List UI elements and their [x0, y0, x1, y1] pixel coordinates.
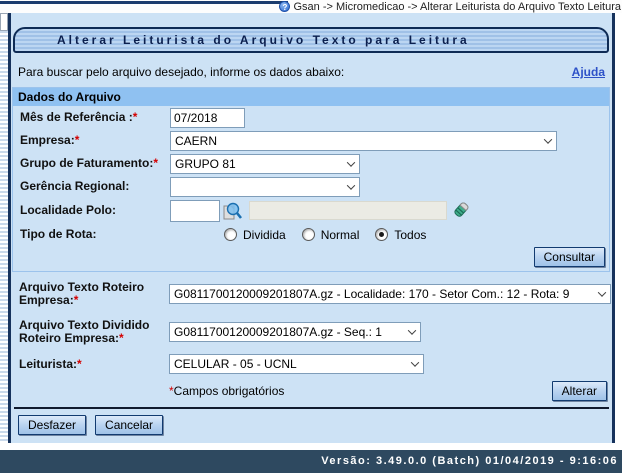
empresa-select[interactable]: CAERN — [170, 131, 557, 151]
version-footer: Versão: 3.49.0.0 (Batch) 01/04/2019 - 9:… — [0, 450, 622, 473]
frame-corner-box — [0, 13, 8, 31]
search-icon[interactable] — [223, 201, 243, 221]
top-divider — [0, 1, 288, 4]
page-content: Alterar Leiturista do Arquivo Texto para… — [11, 13, 612, 443]
arquivo-roteiro-select-value: G0811700120009201807A.gz - Localidade: 1… — [174, 287, 569, 301]
page-title: Alterar Leiturista do Arquivo Texto para… — [13, 27, 609, 53]
separator-line — [14, 407, 609, 409]
intro-text: Para buscar pelo arquivo desejado, infor… — [18, 65, 344, 79]
tipo-rota-label: Tipo de Rota: — [20, 228, 170, 241]
top-bar: ? Gsan -> Micromedicao -> Alterar Leitur… — [0, 0, 622, 13]
left-decor-strip — [0, 13, 8, 443]
section-header: Dados do Arquivo — [13, 88, 609, 106]
arquivo-dividido-label: Arquivo Texto Dividido Roteiro Empresa: — [19, 318, 149, 345]
actions-row: Desfazer Cancelar — [11, 415, 612, 435]
row-note-alterar: *Campos obrigatórios Alterar — [11, 381, 612, 401]
arquivo-roteiro-label: Arquivo Texto Roteiro Empresa: — [19, 280, 144, 307]
radio-normal[interactable] — [302, 228, 315, 241]
grupo-faturamento-select[interactable]: GRUPO 81 — [170, 154, 360, 174]
row-leiturista: Leiturista:* CELULAR - 05 - UCNL — [11, 354, 612, 374]
chevron-down-icon — [544, 135, 552, 143]
required-asterisk: * — [74, 293, 79, 307]
gerencia-regional-select[interactable] — [170, 177, 360, 197]
empresa-label: Empresa: — [20, 133, 75, 147]
chevron-down-icon — [598, 288, 606, 296]
eraser-icon[interactable] — [452, 201, 471, 220]
intro-row: Para buscar pelo arquivo desejado, infor… — [11, 65, 612, 79]
chevron-down-icon — [347, 181, 355, 189]
radio-dividida[interactable] — [224, 228, 237, 241]
row-gerencia-regional: Gerência Regional: — [13, 175, 609, 198]
grupo-faturamento-label: Grupo de Faturamento: — [20, 156, 153, 170]
desfazer-button[interactable]: Desfazer — [18, 415, 86, 435]
leiturista-select-value: CELULAR - 05 - UCNL — [174, 357, 297, 371]
required-asterisk: * — [77, 357, 82, 371]
required-asterisk: * — [153, 156, 158, 170]
radio-normal-label: Normal — [321, 228, 360, 242]
tipo-rota-radio-group: Dividida Normal Todos — [224, 228, 436, 242]
arquivo-dividido-select-value: G0811700120009201807A.gz - Seq.: 1 — [174, 325, 382, 339]
campos-obrigatorios-note: *Campos obrigatórios — [169, 384, 284, 398]
localidade-polo-nome-field — [249, 201, 447, 220]
alterar-button[interactable]: Alterar — [552, 381, 607, 401]
row-tipo-rota: Tipo de Rota: Dividida Normal Todos — [13, 223, 609, 246]
window-frame: Alterar Leiturista do Arquivo Texto para… — [0, 13, 622, 450]
leiturista-label: Leiturista: — [19, 357, 77, 371]
row-mes-referencia: Mês de Referência :* — [13, 106, 609, 129]
row-arquivo-roteiro: Arquivo Texto Roteiro Empresa:* G0811700… — [11, 278, 612, 310]
radio-dividida-label: Dividida — [243, 228, 286, 242]
row-consultar: Consultar — [13, 246, 609, 268]
row-empresa: Empresa:* CAERN — [13, 129, 609, 152]
radio-todos[interactable] — [375, 228, 388, 241]
row-grupo-faturamento: Grupo de Faturamento:* GRUPO 81 — [13, 152, 609, 175]
breadcrumb-text: Gsan -> Micromedicao -> Alterar Leituris… — [293, 1, 621, 13]
dados-arquivo-fieldset: Dados do Arquivo Mês de Referência :* Em… — [12, 87, 610, 272]
arquivo-roteiro-select[interactable]: G0811700120009201807A.gz - Localidade: 1… — [169, 284, 611, 304]
localidade-polo-input[interactable] — [170, 200, 220, 222]
help-icon[interactable]: ? — [279, 1, 290, 12]
ajuda-link[interactable]: Ajuda — [572, 65, 605, 79]
required-asterisk: * — [119, 331, 124, 345]
cancelar-button[interactable]: Cancelar — [95, 415, 163, 435]
row-localidade-polo: Localidade Polo: — [13, 198, 609, 223]
leiturista-select[interactable]: CELULAR - 05 - UCNL — [169, 354, 424, 374]
required-asterisk: * — [133, 110, 138, 124]
arquivo-dividido-select[interactable]: G0811700120009201807A.gz - Seq.: 1 — [169, 322, 421, 342]
empresa-select-value: CAERN — [175, 134, 217, 148]
consultar-button[interactable]: Consultar — [534, 247, 605, 267]
chevron-down-icon — [408, 326, 416, 334]
row-arquivo-dividido: Arquivo Texto Dividido Roteiro Empresa:*… — [11, 316, 612, 348]
breadcrumb: ? Gsan -> Micromedicao -> Alterar Leitur… — [279, 0, 621, 13]
chevron-down-icon — [411, 358, 419, 366]
mes-referencia-input[interactable] — [170, 108, 245, 128]
grupo-faturamento-select-value: GRUPO 81 — [175, 157, 236, 171]
frame-border-right — [612, 13, 615, 443]
gerencia-regional-label: Gerência Regional: — [20, 180, 170, 193]
mes-referencia-label: Mês de Referência : — [20, 110, 133, 124]
required-asterisk: * — [75, 133, 80, 147]
radio-todos-label: Todos — [394, 228, 426, 242]
chevron-down-icon — [347, 158, 355, 166]
localidade-polo-label: Localidade Polo: — [20, 204, 170, 217]
